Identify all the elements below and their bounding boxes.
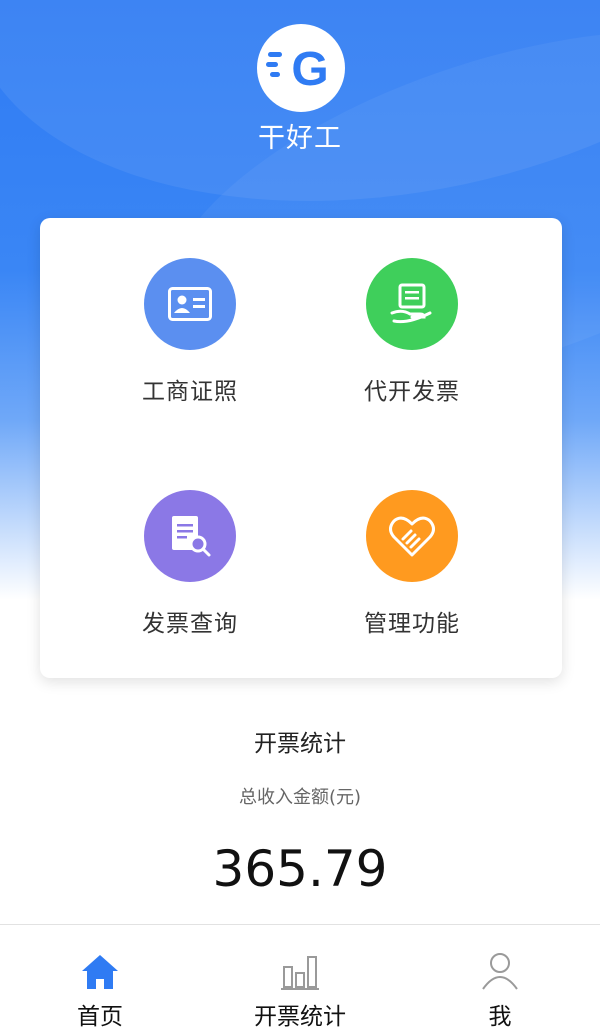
menu-item-issue-invoice[interactable]: 代开发票	[312, 258, 512, 458]
document-search-icon	[144, 490, 236, 582]
menu-item-invoice-query[interactable]: 发票查询	[90, 490, 290, 690]
home-icon	[0, 941, 200, 991]
logo-letter: G	[291, 43, 328, 96]
heart-handshake-icon	[366, 490, 458, 582]
bottom-tab-bar: 首页 开票统计 我	[0, 924, 600, 1027]
tab-label: 我	[488, 1004, 512, 1027]
id-card-icon	[144, 258, 236, 350]
tab-label: 首页	[77, 1004, 123, 1027]
stats-title: 开票统计	[254, 731, 346, 757]
app-title: 干好工	[258, 123, 342, 154]
menu-card: 工商证照 代开发票 发票查询 管理功能	[40, 218, 562, 678]
bar-chart-icon	[200, 941, 400, 991]
tab-home[interactable]: 首页	[0, 925, 200, 1027]
menu-item-label: 工商证照	[142, 379, 238, 405]
menu-item-management[interactable]: 管理功能	[312, 490, 512, 690]
logo-g-icon: G	[266, 43, 329, 96]
menu-item-business-license[interactable]: 工商证照	[90, 258, 290, 458]
tab-invoice-stats[interactable]: 开票统计	[200, 925, 400, 1027]
tab-label: 开票统计	[254, 1004, 346, 1027]
menu-item-label: 管理功能	[364, 611, 460, 637]
menu-item-label: 代开发票	[364, 379, 460, 405]
stats-amount: 365.79	[212, 840, 388, 898]
stats-subtitle: 总收入金额(元)	[238, 787, 362, 808]
app-logo: G	[257, 24, 345, 112]
user-icon	[400, 941, 600, 991]
invoice-hand-icon	[366, 258, 458, 350]
tab-me[interactable]: 我	[400, 925, 600, 1027]
menu-item-label: 发票查询	[142, 611, 238, 637]
